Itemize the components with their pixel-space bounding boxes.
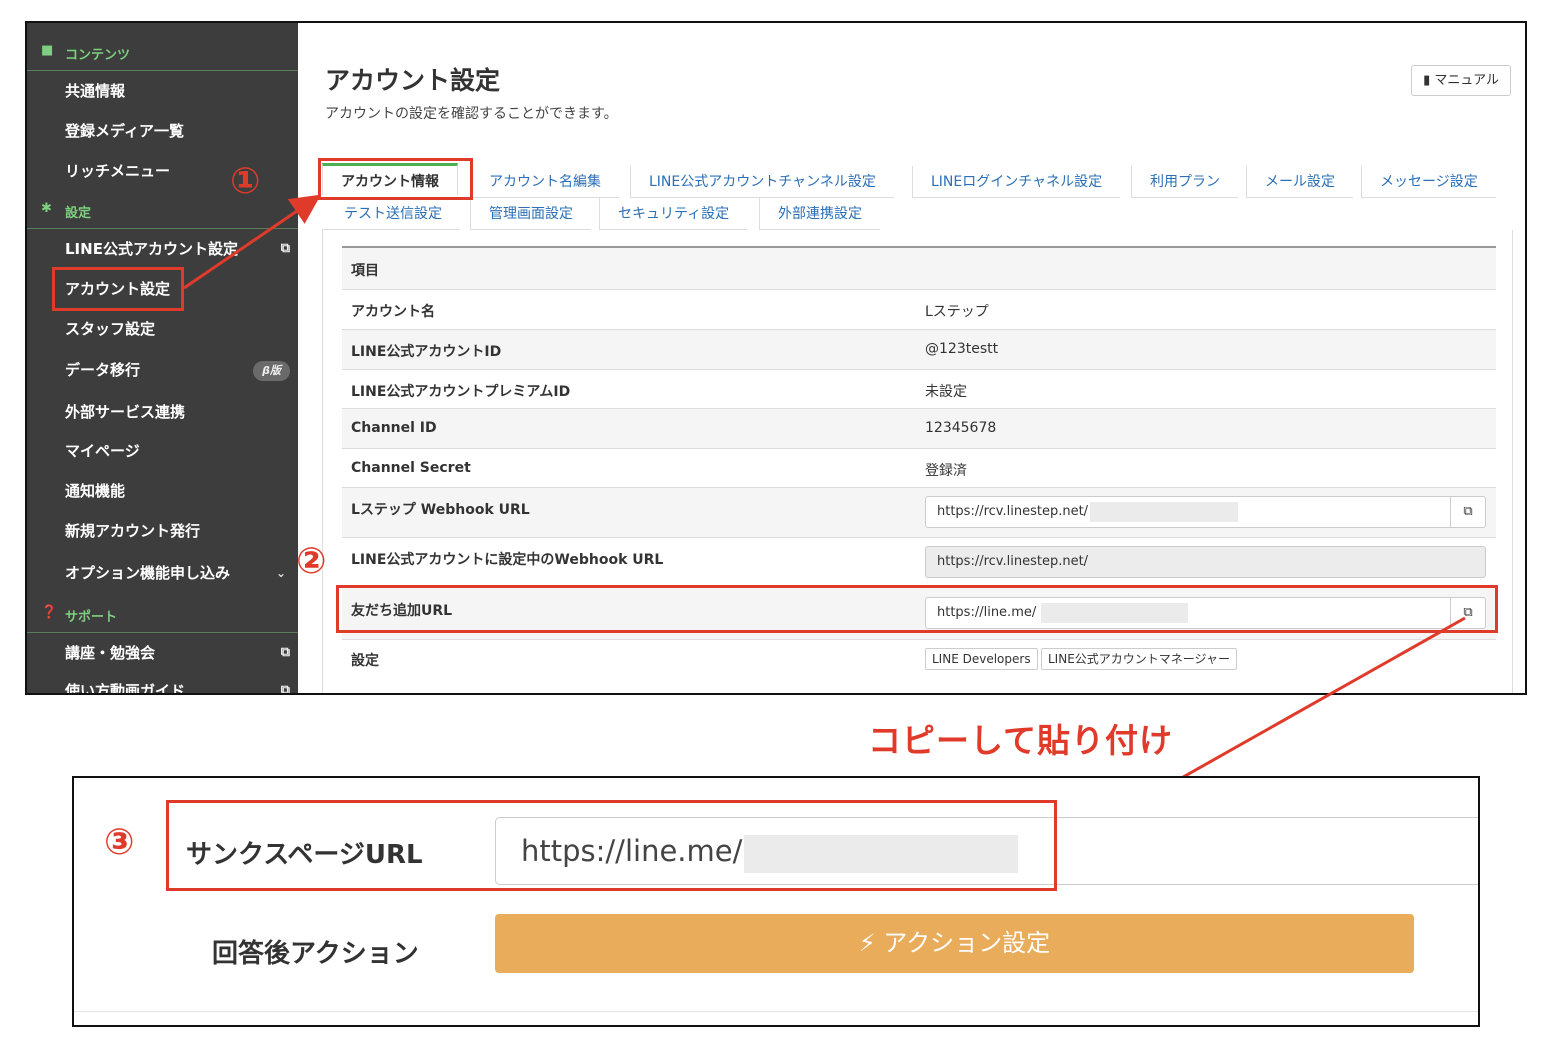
highlight-thanks-url [166, 800, 1057, 891]
divider [74, 1011, 1478, 1012]
copy-paste-note: コピーして貼り付け [868, 721, 1174, 760]
action-settings-button[interactable]: ⚡ アクション設定 [495, 914, 1414, 973]
step-3-marker: ③ [104, 822, 135, 863]
action-label: 回答後アクション [212, 939, 419, 969]
arrow-to-tab [183, 194, 321, 290]
